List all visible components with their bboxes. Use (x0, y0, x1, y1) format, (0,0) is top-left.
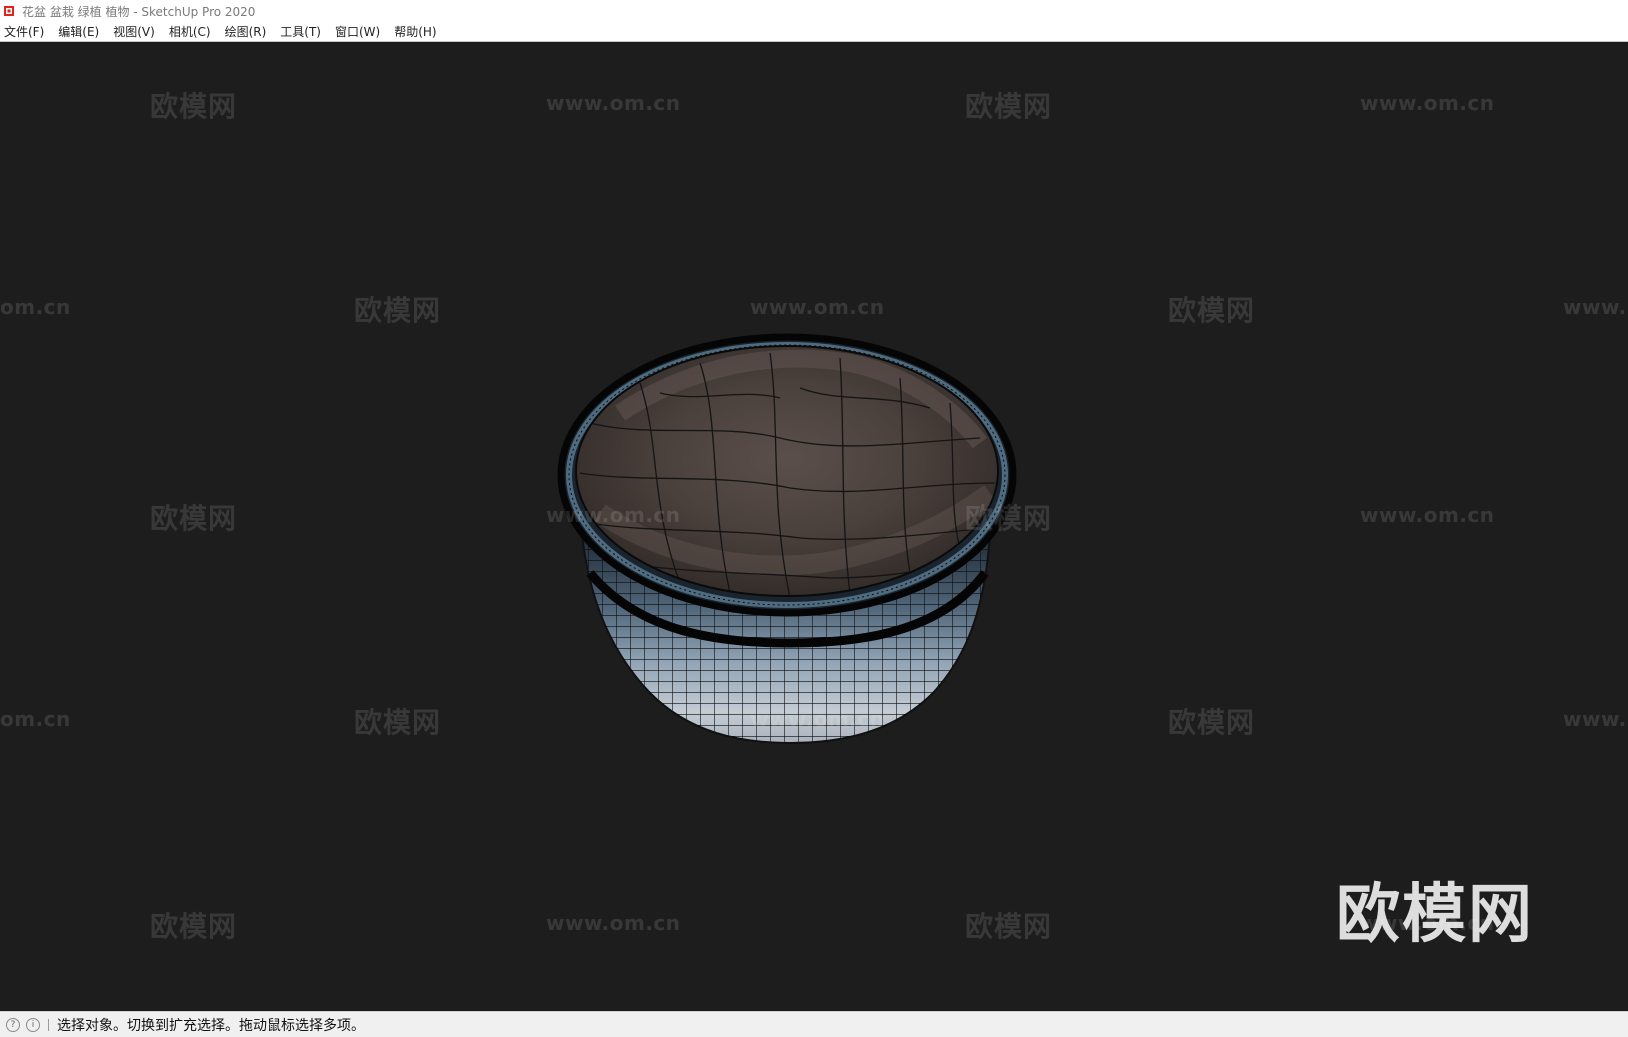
status-divider (48, 1018, 49, 1031)
menu-bar: 文件(F) 编辑(E) 视图(V) 相机(C) 绘图(R) 工具(T) 窗口(W… (0, 22, 1628, 42)
title-bar: 花盆 盆栽 绿植 植物 - SketchUp Pro 2020 (0, 0, 1628, 22)
menu-help[interactable]: 帮助(H) (387, 23, 443, 40)
menu-view[interactable]: 视图(V) (106, 23, 162, 40)
menu-edit[interactable]: 编辑(E) (51, 23, 106, 40)
info-icon[interactable]: i (26, 1017, 40, 1032)
status-message: 选择对象。切换到扩充选择。拖动鼠标选择多项。 (57, 1017, 365, 1034)
status-bar: ? i 选择对象。切换到扩充选择。拖动鼠标选择多项。 (0, 1011, 1628, 1037)
menu-tools[interactable]: 工具(T) (273, 23, 328, 40)
menu-window[interactable]: 窗口(W) (328, 23, 387, 40)
menu-draw[interactable]: 绘图(R) (218, 23, 274, 40)
geolocation-icon[interactable]: ? (6, 1017, 20, 1032)
menu-camera[interactable]: 相机(C) (162, 23, 218, 40)
flower-pot-model[interactable] (0, 43, 1628, 1011)
menu-file[interactable]: 文件(F) (0, 23, 51, 40)
window-title: 花盆 盆栽 绿植 植物 - SketchUp Pro 2020 (22, 4, 256, 19)
sketchup-window: 花盆 盆栽 绿植 植物 - SketchUp Pro 2020 文件(F) 编辑… (0, 0, 1628, 1037)
sketchup-logo-icon (4, 6, 14, 16)
model-viewport[interactable]: 欧模网 www.om.cn 欧模网 www.om.cn om.cn 欧模网 ww… (0, 43, 1628, 1011)
